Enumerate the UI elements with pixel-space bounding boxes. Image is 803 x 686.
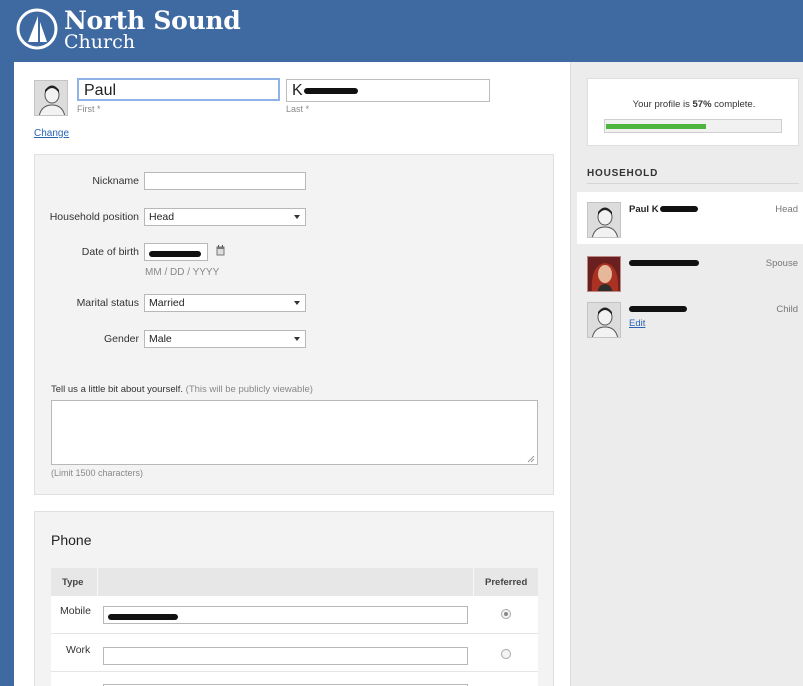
table-row: Mobile xyxy=(51,596,538,634)
dob-input[interactable] xyxy=(144,243,208,261)
person-silhouette-icon xyxy=(35,81,67,115)
nickname-label: Nickname xyxy=(92,175,139,187)
nickname-input[interactable] xyxy=(144,172,306,190)
gender-select[interactable]: Male xyxy=(144,330,306,348)
preferred-radio[interactable] xyxy=(501,609,511,619)
about-label: Tell us a little bit about yourself. xyxy=(51,384,184,395)
mobile-phone-input[interactable] xyxy=(103,606,468,624)
preferred-radio[interactable] xyxy=(501,649,511,659)
about-textarea[interactable] xyxy=(51,400,538,465)
last-name-input[interactable]: K xyxy=(286,79,490,102)
phone-type-label: Work xyxy=(66,644,91,656)
redacted-text xyxy=(149,250,201,257)
member-photo xyxy=(587,256,621,292)
last-name-label: Last * xyxy=(286,104,310,114)
personal-details-panel: Nickname Household position Head Date of… xyxy=(34,154,554,495)
redacted-text xyxy=(303,87,358,94)
profile-avatar[interactable] xyxy=(34,80,68,116)
progress-value: 57% xyxy=(692,99,712,110)
household-position-select[interactable]: Head xyxy=(144,208,306,226)
change-photo-link[interactable]: Change xyxy=(34,128,69,139)
first-name-label: First * xyxy=(77,104,101,114)
phone-type-label: Mobile xyxy=(60,605,91,617)
redacted-text xyxy=(629,260,699,267)
household-position-label: Household position xyxy=(49,211,139,223)
marital-status-value: Married xyxy=(149,297,185,309)
redacted-text xyxy=(659,206,698,213)
about-limit-hint: (Limit 1500 characters) xyxy=(51,468,144,478)
household-title: HOUSEHOLD xyxy=(587,168,659,179)
progress-suffix: complete. xyxy=(711,99,756,110)
last-name-value: K xyxy=(292,82,303,99)
member-name xyxy=(629,304,687,315)
redacted-text xyxy=(108,613,178,620)
phone-section-title: Phone xyxy=(51,532,92,548)
profile-progress-card: Your profile is 57% complete. xyxy=(587,78,799,146)
household-member-head[interactable]: Paul K Head xyxy=(577,192,803,244)
work-phone-input[interactable] xyxy=(103,647,468,665)
member-role: Head xyxy=(775,204,798,215)
chevron-down-icon xyxy=(294,301,300,305)
member-name: Paul K xyxy=(629,204,698,215)
progress-prefix: Your profile is xyxy=(632,99,693,110)
progress-bar-fill xyxy=(606,124,706,129)
sidebar: Your profile is 57% complete. HOUSEHOLD … xyxy=(570,62,803,686)
redacted-text xyxy=(629,306,687,313)
marital-status-label: Marital status xyxy=(76,297,139,309)
about-label-row: Tell us a little bit about yourself. (Th… xyxy=(51,384,313,395)
first-name-value: Paul xyxy=(84,82,117,99)
calendar-icon[interactable] xyxy=(216,245,225,259)
dob-format-hint: MM / DD / YYYY xyxy=(145,267,220,278)
divider xyxy=(587,183,799,184)
column-divider xyxy=(473,568,474,596)
household-position-value: Head xyxy=(149,211,175,223)
brand-logo-text[interactable]: North Sound Church xyxy=(64,6,241,53)
person-silhouette-icon xyxy=(588,203,620,237)
table-row: Work xyxy=(51,634,538,672)
household-member-spouse[interactable]: Spouse xyxy=(577,246,803,298)
gender-value: Male xyxy=(149,333,172,345)
top-bar: North Sound Church xyxy=(0,0,803,62)
member-name xyxy=(629,258,699,269)
household-member-child[interactable]: Child Edit xyxy=(577,292,803,344)
phone-table-header: Type Preferred xyxy=(51,568,538,596)
member-role: Child xyxy=(776,304,798,315)
left-edge xyxy=(0,62,14,686)
marital-status-select[interactable]: Married xyxy=(144,294,306,312)
preferred-column-header: Preferred xyxy=(485,577,528,588)
brand-line-2: Church xyxy=(64,31,135,53)
chevron-down-icon xyxy=(294,337,300,341)
member-avatar xyxy=(587,202,621,238)
profile-main: Change Paul First * K Last * Nickname Ho… xyxy=(14,62,570,686)
person-silhouette-icon xyxy=(588,303,620,337)
church-logo-icon[interactable] xyxy=(16,8,58,50)
progress-bar xyxy=(604,119,782,133)
first-name-input[interactable]: Paul xyxy=(77,78,280,101)
about-public-note: (This will be publicly viewable) xyxy=(185,384,313,395)
member-avatar xyxy=(587,302,621,338)
profile-progress-text: Your profile is 57% complete. xyxy=(588,99,800,110)
type-column-header: Type xyxy=(62,577,84,588)
brand-line-1: North Sound xyxy=(64,6,241,35)
member-role: Spouse xyxy=(765,258,798,269)
person-photo-icon xyxy=(588,257,620,291)
dob-label: Date of birth xyxy=(81,246,139,258)
column-divider xyxy=(97,568,98,596)
table-row xyxy=(51,672,538,686)
chevron-down-icon xyxy=(294,215,300,219)
gender-label: Gender xyxy=(103,333,139,345)
phone-panel: Phone Type Preferred Mobile Work xyxy=(34,511,554,686)
edit-member-link[interactable]: Edit xyxy=(629,318,645,329)
resize-grip-icon[interactable] xyxy=(527,454,535,463)
